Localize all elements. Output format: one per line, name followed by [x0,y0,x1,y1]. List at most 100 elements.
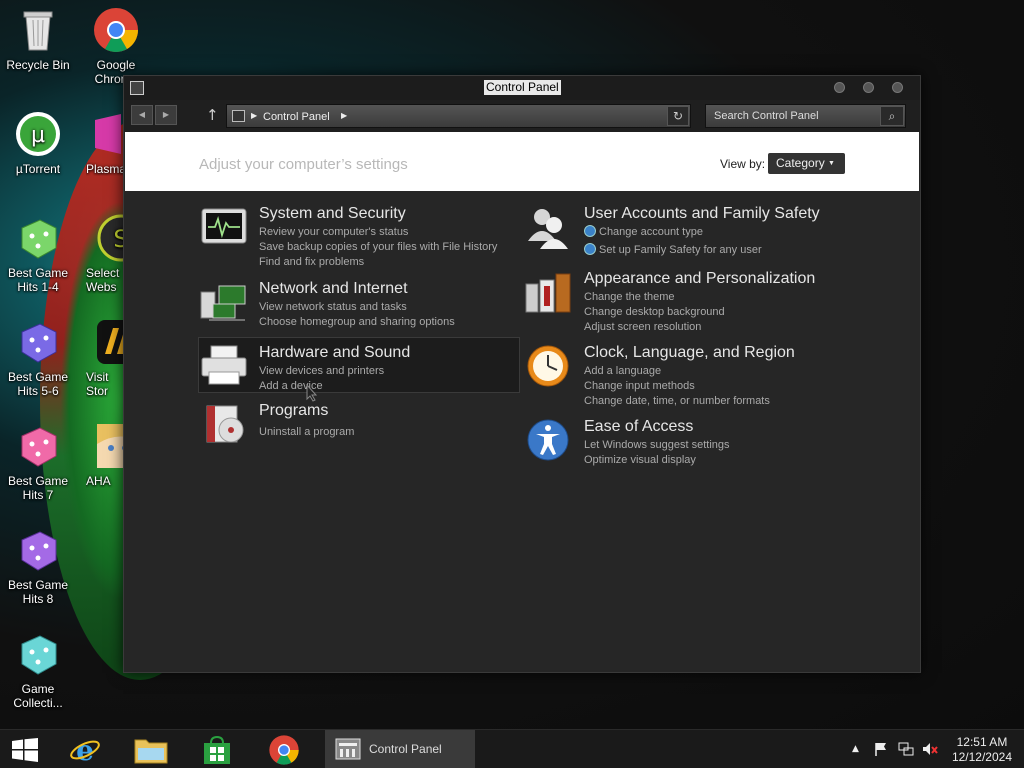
taskbar-store[interactable] [192,730,242,768]
close-button[interactable] [892,82,903,93]
desktop-icon-aha[interactable]: AHA [86,422,124,488]
forward-arrow-icon: ▶ [162,110,170,119]
action-center-flag-icon[interactable] [874,742,888,756]
system-clock[interactable]: 12:51 AM 12/12/2024 [952,735,1012,765]
maximize-button[interactable] [863,82,874,93]
network-tray-icon[interactable] [898,742,914,756]
desktop-icon-best-game-hits-5-6[interactable]: Best Game Hits 5-6 [0,318,76,398]
breadcrumb-control-panel[interactable]: Control Panel [263,110,330,124]
category-title[interactable]: Clock, Language, and Region [584,344,795,362]
view-by-label: View by: [720,157,766,171]
category-network-and-internet[interactable]: Network and Internet View network status… [199,280,519,330]
folder-icon [134,739,168,764]
control-panel-icon [335,738,361,760]
control-panel-app-icon[interactable] [130,81,144,95]
link-change-theme[interactable]: Change the theme [584,290,725,305]
category-appearance[interactable]: Appearance and Personalization Change th… [524,270,844,335]
link-windows-suggest[interactable]: Let Windows suggest settings [584,438,730,453]
desktop-icon-label: Best Game Hits 7 [7,474,69,502]
minimize-button[interactable] [834,82,845,93]
recycle-bin-icon [23,11,53,51]
link-devices-printers[interactable]: View devices and printers [259,364,384,379]
network-icon [200,285,246,321]
category-title[interactable]: User Accounts and Family Safety [584,205,820,223]
taskbar-internet-explorer[interactable]: e [60,730,110,768]
category-hardware-and-sound[interactable]: Hardware and Sound View devices and prin… [198,337,520,393]
search-input[interactable] [706,105,880,127]
taskbar-file-explorer[interactable] [126,730,176,768]
category-user-accounts[interactable]: User Accounts and Family Safety Change a… [524,205,844,259]
chevron-right-icon: ▶ [251,111,258,120]
taskbar-google-chrome[interactable] [258,730,312,768]
desktop-icon-game-collection[interactable]: Game Collecti... [0,630,76,710]
desktop-icon-label: Visit Stor [86,370,109,398]
desktop-icon-label: Plasma [86,162,124,176]
uac-shield-icon [584,243,596,255]
back-button[interactable]: ◀ [131,105,153,125]
desktop-icon-label: Select Webs [86,266,120,294]
control-panel-small-icon [232,110,245,122]
desktop-icon-label: Best Game Hits 5-6 [7,370,69,398]
category-title[interactable]: Network and Internet [259,280,408,298]
title-bar[interactable]: Control Panel [124,76,920,100]
link-family-safety[interactable]: Set up Family Safety for any user [584,243,762,258]
refresh-button[interactable]: ↻ [667,106,689,126]
uac-shield-icon [584,225,596,237]
category-title[interactable]: Appearance and Personalization [584,270,815,288]
volume-muted-icon[interactable] [922,742,938,756]
category-ease-of-access[interactable]: Ease of Access Let Windows suggest setti… [524,418,844,466]
link-desktop-background[interactable]: Change desktop background [584,305,725,320]
category-title[interactable]: Programs [259,402,328,420]
category-system-and-security[interactable]: System and Security Review your computer… [199,205,519,270]
link-input-methods[interactable]: Change input methods [584,379,770,394]
refresh-icon: ↻ [672,109,684,123]
chevron-right-icon[interactable]: ▶ [341,109,347,123]
link-optimize-display[interactable]: Optimize visual display [584,453,730,468]
link-homegroup-sharing[interactable]: Choose homegroup and sharing options [259,315,455,330]
desktop-icon-visit-store[interactable]: Visit Stor [86,318,124,398]
desktop-icon-plasma[interactable]: Plasma [86,110,124,176]
desktop-icon-best-game-hits-8[interactable]: Best Game Hits 8 [0,526,76,606]
link-uninstall-program[interactable]: Uninstall a program [259,425,354,440]
desktop-icon-best-game-hits-1-4[interactable]: Best Game Hits 1-4 [0,214,76,294]
link-file-history[interactable]: Save backup copies of your files with Fi… [259,240,497,255]
category-title[interactable]: Ease of Access [584,418,693,436]
search-box[interactable]: ⌕ [705,104,906,128]
link-add-language[interactable]: Add a language [584,364,770,379]
view-by-dropdown[interactable]: Category ▼ [768,153,845,174]
desktop-icon-utorrent[interactable]: µ µTorrent [0,110,76,176]
anime-icon [97,424,124,468]
link-change-account-type[interactable]: Change account type [584,225,762,240]
link-review-status[interactable]: Review your computer's status [259,225,497,240]
desktop-icon-select-webs[interactable]: S Select Webs [86,214,124,294]
control-panel-window[interactable]: Control Panel ◀ ▶ ↑ ▶ Control Panel ▶ ↻ … [123,75,921,673]
taskbar-control-panel[interactable]: Control Panel [325,730,475,768]
dice-icon [21,323,57,363]
forward-button[interactable]: ▶ [155,105,177,125]
category-clock-language-region[interactable]: Clock, Language, and Region Add a langua… [524,344,844,409]
up-button[interactable]: ↑ [206,106,219,124]
link-network-status[interactable]: View network status and tasks [259,300,455,315]
taskbar: e Control Panel ▲ 12:51 AM 12/12/2024 [0,729,1024,768]
category-title[interactable]: System and Security [259,205,406,223]
link-find-fix-problems[interactable]: Find and fix problems [259,255,497,270]
search-button[interactable]: ⌕ [880,106,904,126]
desktop-icon-recycle-bin[interactable]: Recycle Bin [0,6,76,72]
address-bar[interactable]: ▶ Control Panel ▶ ↻ [226,104,691,128]
search-icon: ⌕ [888,109,896,123]
store-icon [97,320,124,364]
category-programs[interactable]: Programs Uninstall a program [199,402,519,444]
desktop-icon-label: Best Game Hits 8 [7,578,69,606]
mouse-cursor-icon [306,384,318,402]
desktop-icon-google-chrome[interactable]: Google Chrome [78,6,154,86]
show-hidden-icons-button[interactable]: ▲ [852,744,859,754]
svg-text:µ: µ [31,123,45,148]
start-button[interactable] [0,730,50,768]
header-band: Adjust your computer’s settings View by:… [125,132,919,191]
link-date-time-formats[interactable]: Change date, time, or number formats [584,394,770,409]
link-screen-resolution[interactable]: Adjust screen resolution [584,320,725,335]
windows-logo-icon [12,738,38,762]
desktop-icon-best-game-hits-7[interactable]: Best Game Hits 7 [0,422,76,502]
link-add-device[interactable]: Add a device [259,379,384,394]
category-title[interactable]: Hardware and Sound [259,344,410,362]
